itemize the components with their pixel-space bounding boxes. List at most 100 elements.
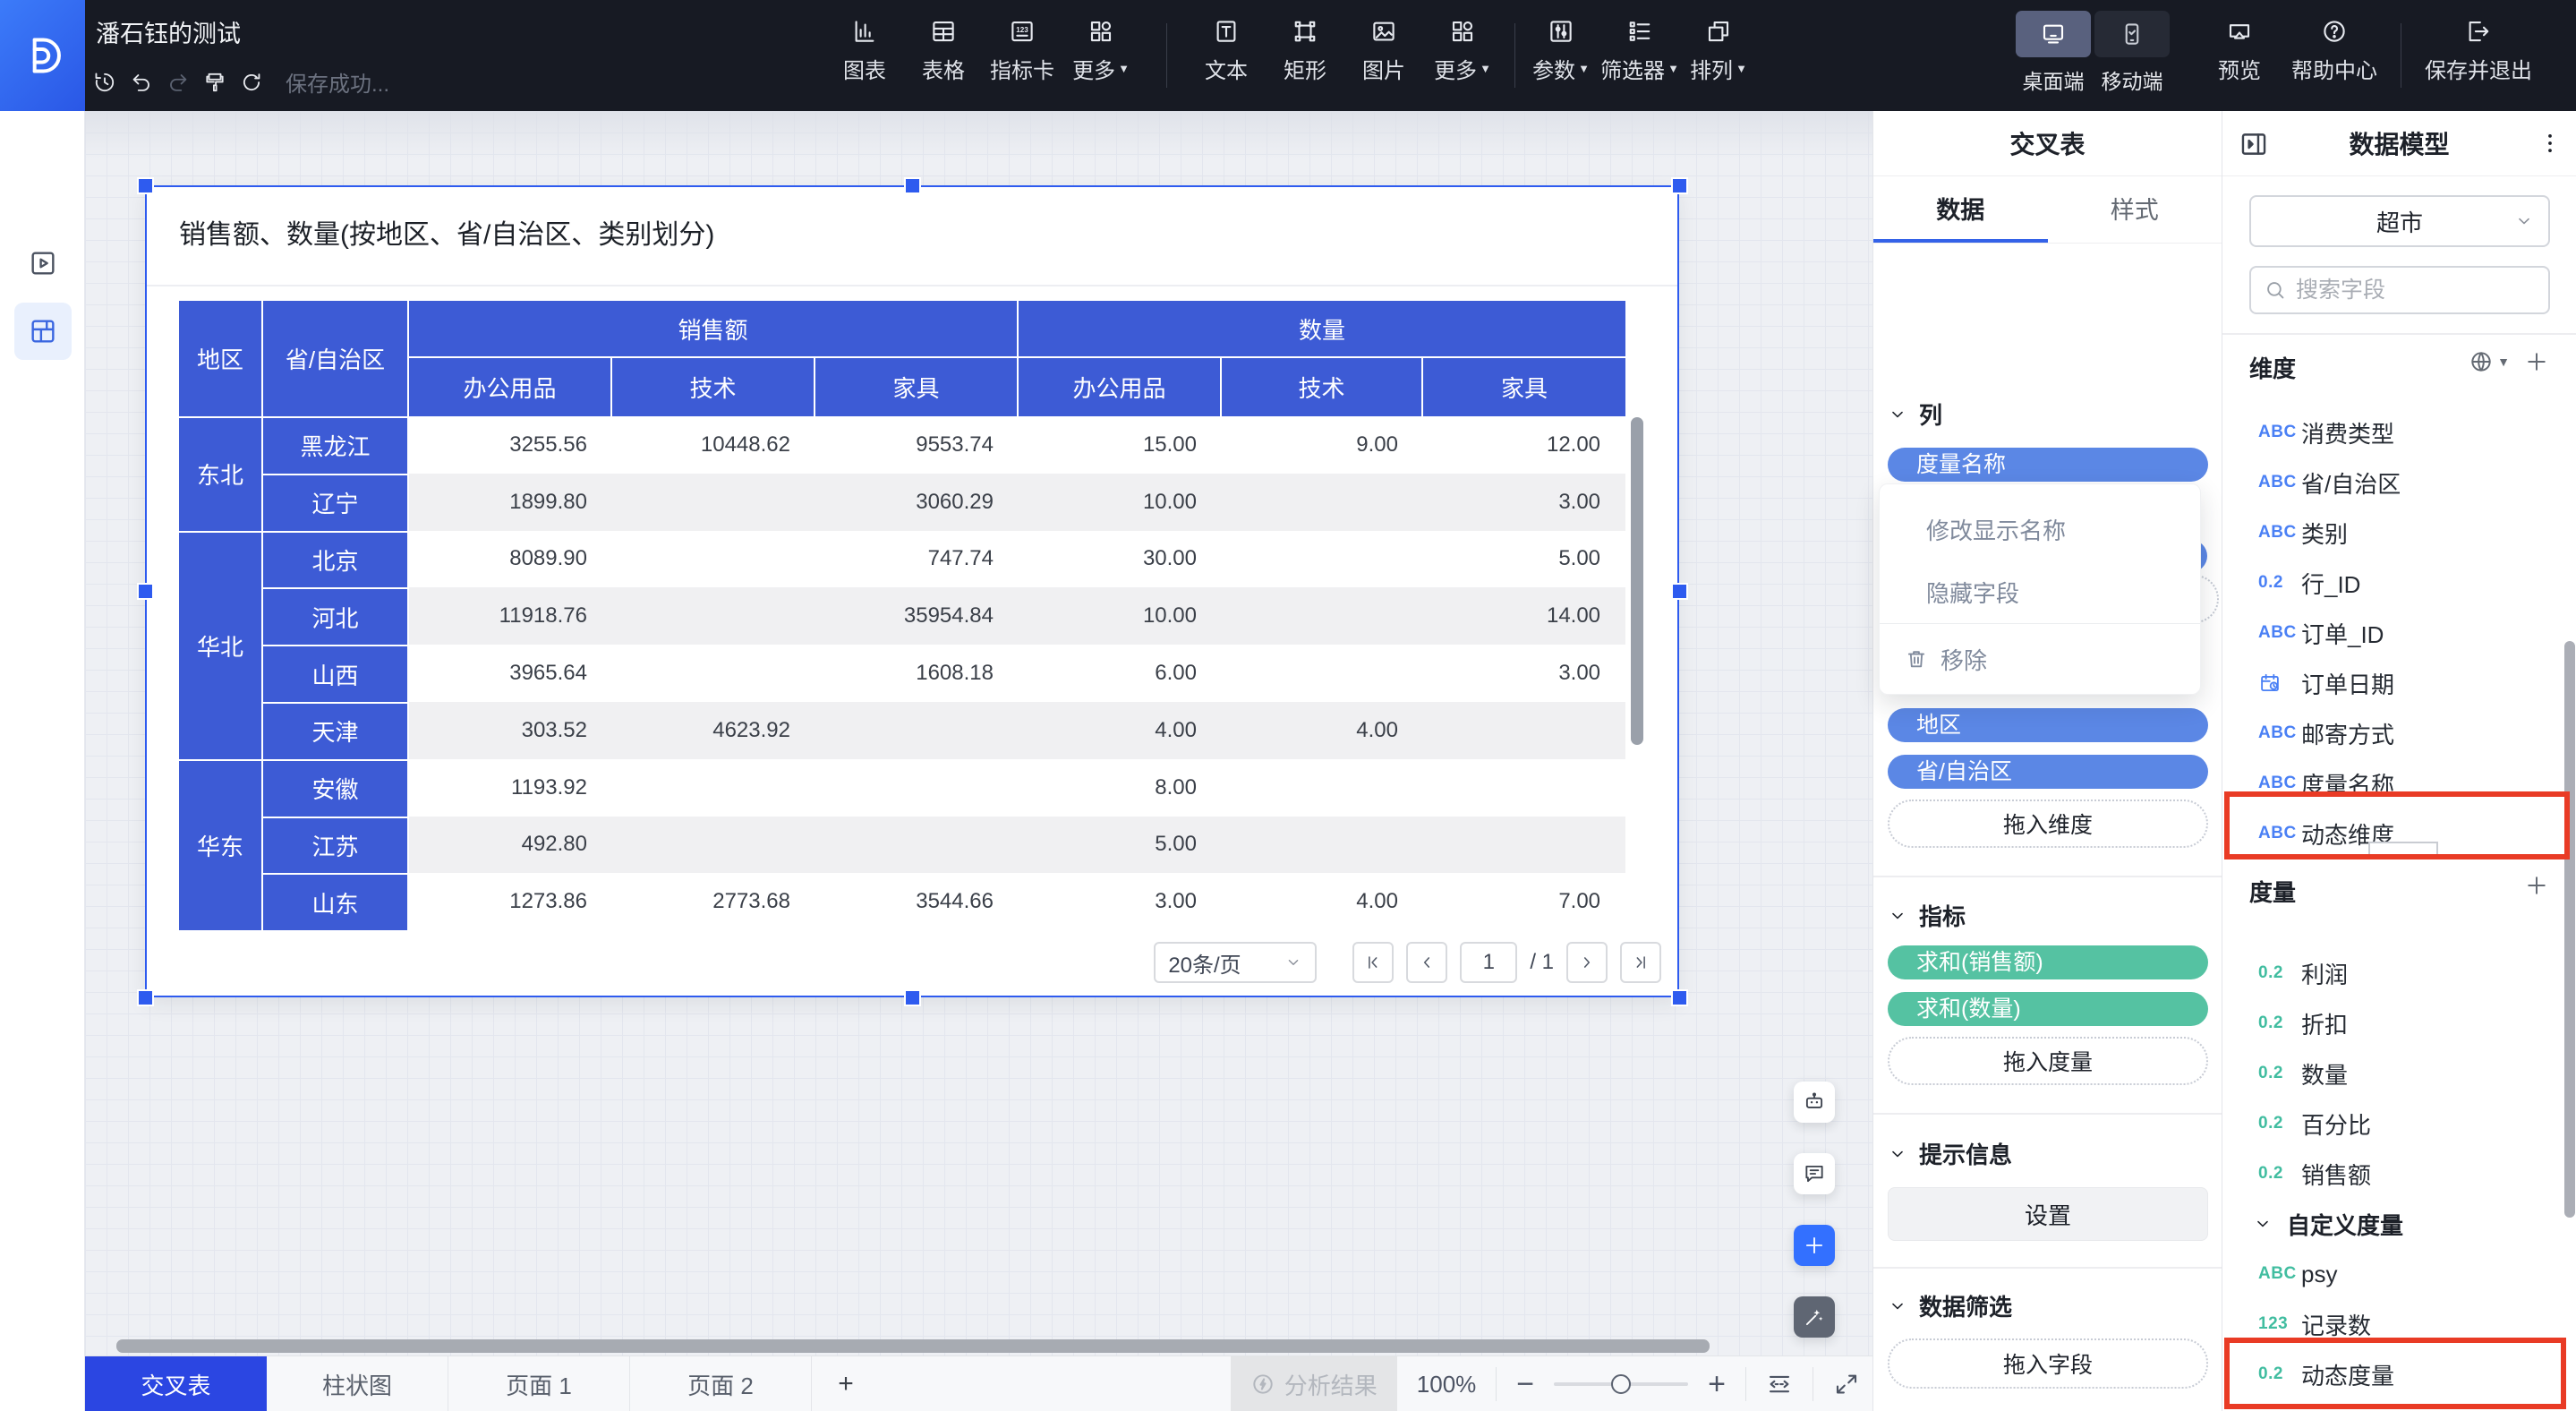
field-item-订单_ID[interactable]: ABC订单_ID <box>2222 608 2576 658</box>
column-pill-region[interactable]: 地区 <box>1888 708 2208 742</box>
resize-handle-e[interactable] <box>1673 585 1686 598</box>
tool-filters[interactable]: 筛选器▼ <box>1600 0 1679 111</box>
tooltip-section-header[interactable]: 提示信息 <box>1888 1137 2012 1170</box>
resize-handle-nw[interactable] <box>139 179 152 192</box>
field-item-利润[interactable]: 0.2利润 <box>2222 948 2576 998</box>
history-icon[interactable] <box>93 71 116 94</box>
add-button[interactable] <box>1794 1225 1835 1266</box>
cross-table-widget[interactable]: 销售额、数量(按地区、省/自治区、类别划分) 地区省/自治区销售额数量办公用品技… <box>145 185 1679 997</box>
action-help-center[interactable]: 帮助中心 <box>2281 0 2388 111</box>
menu-item-hide-field[interactable]: 隐藏字段 <box>1880 567 2200 617</box>
columns-section-header[interactable]: 列 <box>1888 398 1942 431</box>
zoom-in-button[interactable]: + <box>1708 1369 1726 1399</box>
device-toggle-mobile[interactable]: 移动端 <box>2094 11 2170 95</box>
field-item-动态度量[interactable]: 0.2动态度量 <box>2222 1349 2576 1399</box>
field-item-百分比[interactable]: 0.2百分比 <box>2222 1099 2576 1149</box>
next-page-button[interactable] <box>1566 942 1608 983</box>
page-tab-柱状图[interactable]: 柱状图 <box>267 1356 448 1411</box>
field-item-度量名称[interactable]: ABC度量名称 <box>2222 758 2576 808</box>
dataset-select[interactable]: 超市 <box>2249 195 2550 247</box>
analysis-result-button[interactable]: 分析结果 <box>1231 1356 1397 1411</box>
add-page-button[interactable]: + <box>821 1356 871 1411</box>
fit-width-icon[interactable] <box>1766 1371 1793 1398</box>
dimension-dropzone[interactable]: 拖入维度 <box>1888 800 2208 848</box>
design-canvas[interactable]: 销售额、数量(按地区、省/自治区、类别划分) 地区省/自治区销售额数量办公用品技… <box>85 111 1872 1355</box>
zoom-slider-knob[interactable] <box>1611 1374 1631 1394</box>
magic-wand-button[interactable] <box>1794 1296 1835 1338</box>
tab-data[interactable]: 数据 <box>1873 176 2048 243</box>
field-search-input[interactable] <box>2296 278 2502 304</box>
column-pill-measure-name[interactable]: 度量名称 <box>1888 448 2208 482</box>
tab-style[interactable]: 样式 <box>2048 176 2222 243</box>
tool-parameters[interactable]: 参数▼ <box>1522 0 1600 111</box>
app-logo[interactable] <box>0 0 85 111</box>
resize-handle-sw[interactable] <box>139 991 152 1005</box>
field-item-数量[interactable]: 0.2数量 <box>2222 1048 2576 1099</box>
page-tab-页面 2[interactable]: 页面 2 <box>630 1356 812 1411</box>
globe-dropdown[interactable]: ▼ <box>2469 349 2510 374</box>
field-item-类别[interactable]: ABC类别 <box>2222 508 2576 558</box>
kebab-menu-icon[interactable] <box>2537 130 2563 157</box>
field-item-psy[interactable]: ABCpsy <box>2222 1249 2576 1299</box>
zoom-out-button[interactable]: − <box>1516 1369 1534 1399</box>
add-dimension-button[interactable] <box>2524 349 2549 374</box>
action-save-exit[interactable]: 保存并退出 <box>2414 0 2543 111</box>
metric-pill-sum-sales[interactable]: 求和(销售额) <box>1888 945 2208 979</box>
field-item-邮寄方式[interactable]: ABC邮寄方式 <box>2222 708 2576 758</box>
page-number-input[interactable] <box>1460 942 1517 983</box>
tool-more-charts[interactable]: 更多▼ <box>1062 0 1140 111</box>
collapse-panel-icon[interactable] <box>2239 129 2269 159</box>
menu-item-remove[interactable]: 移除 <box>1880 633 2200 685</box>
page-tab-交叉表[interactable]: 交叉表 <box>85 1356 267 1411</box>
page-size-select[interactable]: 20条/页 <box>1154 942 1317 983</box>
tool-arrange[interactable]: 排列▼ <box>1679 0 1758 111</box>
tooltip-settings-button[interactable]: 设置 <box>1888 1187 2208 1241</box>
tool-image[interactable]: 图片 <box>1344 0 1423 111</box>
filter-field-dropzone[interactable]: 拖入字段 <box>1888 1338 2208 1389</box>
field-item-订单日期[interactable]: 订单日期 <box>2222 658 2576 708</box>
tool-text[interactable]: 文本 <box>1187 0 1266 111</box>
resize-handle-ne[interactable] <box>1673 179 1686 192</box>
add-measure-button[interactable] <box>2524 873 2549 898</box>
last-page-button[interactable] <box>1620 942 1661 983</box>
field-item-销售额[interactable]: 0.2销售额 <box>2222 1149 2576 1199</box>
resize-handle-se[interactable] <box>1673 991 1686 1005</box>
prev-page-button[interactable] <box>1406 942 1447 983</box>
expand-icon[interactable] <box>1833 1371 1860 1398</box>
resize-handle-s[interactable] <box>906 991 919 1005</box>
tool-table[interactable]: 表格 <box>904 0 983 111</box>
action-preview[interactable]: 预览 <box>2198 0 2281 111</box>
field-group-custom-measures[interactable]: 自定义度量 <box>2222 1199 2576 1249</box>
zoom-slider[interactable] <box>1554 1373 1688 1395</box>
field-item-消费类型[interactable]: ABC消费类型 <box>2222 407 2576 458</box>
measure-dropzone[interactable]: 拖入度量 <box>1888 1037 2208 1085</box>
ai-assistant-button[interactable] <box>1794 1082 1835 1123</box>
device-toggle-desktop[interactable]: 桌面端 <box>2016 11 2091 95</box>
first-page-button[interactable] <box>1352 942 1394 983</box>
redo-icon[interactable] <box>166 71 190 94</box>
metrics-section-header[interactable]: 指标 <box>1888 899 1966 932</box>
field-search-box[interactable] <box>2249 266 2550 314</box>
field-item-折扣[interactable]: 0.2折扣 <box>2222 998 2576 1048</box>
field-item-行_ID[interactable]: 0.2行_ID <box>2222 558 2576 608</box>
sidebar-item-slides[interactable] <box>14 235 72 292</box>
column-pill-province[interactable]: 省/自治区 <box>1888 755 2208 789</box>
sidebar-item-dashboard[interactable] <box>14 303 72 360</box>
canvas-horizontal-scrollbar[interactable] <box>116 1339 1710 1353</box>
tool-indicator-card[interactable]: 123指标卡 <box>983 0 1062 111</box>
tool-more-insert[interactable]: 更多▼ <box>1423 0 1502 111</box>
field-item-记录数[interactable]: 123记录数 <box>2222 1299 2576 1349</box>
menu-item-rename[interactable]: 修改显示名称 <box>1880 504 2200 554</box>
filter-section-header[interactable]: 数据筛选 <box>1888 1289 2012 1322</box>
page-tab-页面 1[interactable]: 页面 1 <box>448 1356 630 1411</box>
format-brush-icon[interactable] <box>203 71 226 94</box>
undo-icon[interactable] <box>130 71 153 94</box>
resize-handle-n[interactable] <box>906 179 919 192</box>
refresh-icon[interactable] <box>240 71 263 94</box>
metric-pill-sum-quantity[interactable]: 求和(数量) <box>1888 992 2208 1026</box>
table-vertical-scrollbar[interactable] <box>1631 417 1643 745</box>
resize-handle-w[interactable] <box>139 585 152 598</box>
field-item-省/自治区[interactable]: ABC省/自治区 <box>2222 458 2576 508</box>
tool-chart[interactable]: 图表 <box>825 0 904 111</box>
tool-rectangle[interactable]: 矩形 <box>1266 0 1344 111</box>
